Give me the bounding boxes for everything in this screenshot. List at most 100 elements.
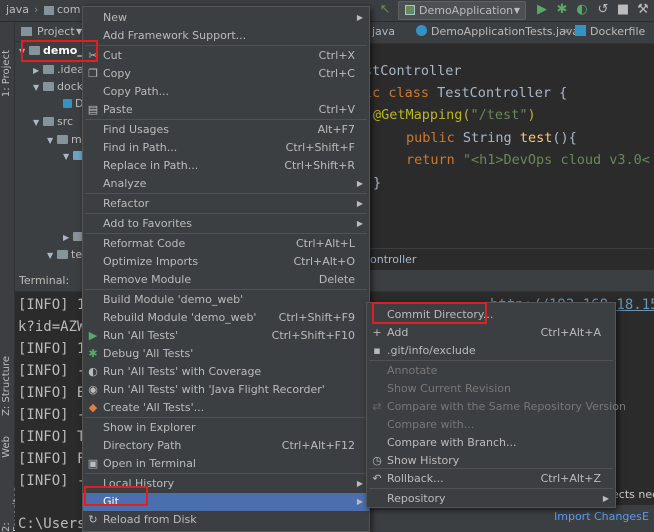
menu-item-shortcut: Ctrl+Shift+F9 <box>278 311 355 324</box>
menu-separator <box>85 289 367 290</box>
menu-item-refactor[interactable]: Refactor ▶ <box>83 195 369 213</box>
menu-separator <box>85 473 367 474</box>
hammer-icon[interactable]: ↖ <box>378 3 392 17</box>
project-panel-title[interactable]: Project <box>37 25 75 38</box>
tab-demo-application-tests[interactable]: DemoApplicationTests.java <box>416 25 579 38</box>
menu-item-directory-path[interactable]: Directory Path Ctrl+Alt+F12 <box>83 437 369 455</box>
menu-item-label: Copy Path... <box>103 85 170 98</box>
web-tool-tab[interactable]: Web <box>1 436 12 458</box>
menu-item-create-all-tests[interactable]: ◆ Create 'All Tests'... <box>83 399 369 417</box>
highlight-project-root <box>21 40 98 62</box>
tree-item-src[interactable]: ▼ src <box>33 115 73 132</box>
terminal-title[interactable]: Terminal: <box>19 274 69 287</box>
menu-item-run-all-tests-with-coverage[interactable]: ◐ Run 'All Tests' with Coverage <box>83 363 369 381</box>
git-item-icon: + <box>372 326 382 339</box>
menu-item-new[interactable]: New ▶ <box>83 9 369 27</box>
tree-item-docker[interactable]: ▼ dock <box>33 80 83 97</box>
expand-arrow-icon: ▼ <box>63 152 70 161</box>
menu-item-optimize-imports[interactable]: Optimize Imports Ctrl+Alt+O <box>83 253 369 271</box>
menu-item-run-all-tests[interactable]: ▶ Run 'All Tests' Ctrl+Shift+F10 <box>83 327 369 345</box>
git-item-icon: ⇄ <box>372 400 382 413</box>
menu-item-run-all-tests-with-java-flight-recorder[interactable]: ◉ Run 'All Tests' with 'Java Flight Recor… <box>83 381 369 399</box>
coverage-icon[interactable]: ◐ <box>575 3 589 17</box>
menu-item-shortcut: Ctrl+C <box>318 67 355 80</box>
menu-item-find-in-path[interactable]: Find in Path... Ctrl+Shift+F <box>83 139 369 157</box>
expand-arrow-icon: ▶ <box>63 233 70 242</box>
menu-item-icon: ◉ <box>88 383 98 396</box>
menu-item-paste[interactable]: ▤ Paste Ctrl+V <box>83 101 369 119</box>
breadcrumb-class[interactable]: ontroller <box>370 253 416 266</box>
tab-close-icon[interactable]: × <box>562 25 571 38</box>
menu-item-label: Run 'All Tests' with 'Java Flight Record… <box>103 383 325 396</box>
tree-item-idea[interactable]: ▶ .idea <box>33 63 84 80</box>
menu-item-icon: ◆ <box>88 401 98 414</box>
submenu-arrow-icon: ▶ <box>356 199 363 208</box>
menu-item-copy[interactable]: ❐ Copy Ctrl+C <box>83 65 369 83</box>
run-icon[interactable]: ▶ <box>535 3 549 17</box>
menu-item-reformat-code[interactable]: Reformat Code Ctrl+Alt+L <box>83 235 369 253</box>
menu-item-remove-module[interactable]: Remove Module Delete <box>83 271 369 289</box>
folder-icon <box>44 6 54 15</box>
submenu-arrow-icon: ▶ <box>356 13 363 22</box>
terminal-line: k?id=AZW <box>18 319 86 335</box>
enable-auto-import-link[interactable]: E <box>642 510 649 523</box>
terminal-line: [INFO] - <box>18 407 86 423</box>
code-editor[interactable]: stController ic class TestController { @… <box>364 44 654 248</box>
git-item-compare-with-branch[interactable]: Compare with Branch... <box>367 434 615 452</box>
git-item-repository[interactable]: Repository ▶ <box>367 490 615 508</box>
menu-item-add-framework-support[interactable]: Add Framework Support... <box>83 27 369 45</box>
menu-item-label: Add Framework Support... <box>103 29 247 42</box>
git-item-label: Add <box>387 326 409 339</box>
terminal-line: [INFO] 1 <box>18 297 86 313</box>
tree-item-main[interactable]: ▼ m <box>47 133 82 150</box>
menu-separator <box>369 488 613 489</box>
menu-item-find-usages[interactable]: Find Usages Alt+F7 <box>83 121 369 139</box>
import-changes-link[interactable]: Import Changes <box>554 510 642 523</box>
notification-text: ects nee <box>612 488 654 501</box>
menu-item-rebuild-module-demo-web[interactable]: Rebuild Module 'demo_web' Ctrl+Shift+F9 <box>83 309 369 327</box>
stop-icon[interactable]: ■ <box>616 3 630 17</box>
git-item-icon: ▪ <box>373 344 381 357</box>
breadcrumb-com[interactable]: com <box>57 3 81 16</box>
menu-item-open-in-terminal[interactable]: ▣ Open in Terminal <box>83 455 369 473</box>
menu-item-cut[interactable]: ✂ Cut Ctrl+X <box>83 47 369 65</box>
menu-item-reload-from-disk[interactable]: ↻ Reload from Disk <box>83 511 369 529</box>
menu-item-shortcut: Ctrl+X <box>318 49 355 62</box>
menu-item-label: Directory Path <box>103 439 182 452</box>
project-tool-tab[interactable]: 1: Project <box>1 50 12 97</box>
menu-item-icon: ▶ <box>88 329 98 342</box>
submenu-arrow-icon: ▶ <box>602 494 609 503</box>
tab-dockerfile[interactable]: Dockerfile <box>575 25 645 38</box>
menu-separator <box>85 213 367 214</box>
menu-item-label: Create 'All Tests'... <box>103 401 205 414</box>
menu-item-replace-in-path[interactable]: Replace in Path... Ctrl+Shift+R <box>83 157 369 175</box>
run-configuration-select[interactable]: DemoApplication ▼ <box>398 1 526 20</box>
menu-item-show-in-explorer[interactable]: Show in Explorer <box>83 419 369 437</box>
tree-item-dockerfile[interactable]: D <box>63 97 83 114</box>
profile-icon[interactable]: ↺ <box>596 3 610 17</box>
tree-item-test[interactable]: ▼ te <box>47 248 82 265</box>
git-item-icon: ↶ <box>372 472 382 485</box>
menu-item-analyze[interactable]: Analyze ▶ <box>83 175 369 193</box>
git-item-add[interactable]: + Add Ctrl+Alt+A <box>367 324 615 342</box>
tab-test-controller[interactable]: java <box>372 25 395 38</box>
breadcrumb-java[interactable]: java <box>6 3 29 16</box>
terminal-line: [INFO] - <box>18 473 86 489</box>
build-icon[interactable]: ⚒ <box>636 3 650 17</box>
folder-icon <box>43 65 54 74</box>
debug-icon[interactable]: ✱ <box>555 3 569 17</box>
expand-arrow-icon: ▼ <box>47 251 54 260</box>
menu-item-debug-all-tests[interactable]: ✱ Debug 'All Tests' <box>83 345 369 363</box>
git-item-show-history[interactable]: ◷ Show History <box>367 452 615 470</box>
menu-item-label: Run 'All Tests' <box>103 329 179 342</box>
terminal-line: [INFO] - <box>18 363 86 379</box>
menu-item-add-to-favorites[interactable]: Add to Favorites ▶ <box>83 215 369 233</box>
structure-tool-tab[interactable]: Z: Structure <box>1 356 12 416</box>
menu-item-build-module-demo-web[interactable]: Build Module 'demo_web' <box>83 291 369 309</box>
git-item-rollback[interactable]: ↶ Rollback... Ctrl+Alt+Z <box>367 470 615 488</box>
menu-item-copy-path[interactable]: Copy Path... <box>83 83 369 101</box>
git-item-label: Compare with the Same Repository Version <box>387 400 626 413</box>
menu-item-icon: ◐ <box>88 365 98 378</box>
code-line: public String test(){ <box>406 130 577 146</box>
git-item-git-info-exclude[interactable]: ▪ .git/info/exclude <box>367 342 615 360</box>
